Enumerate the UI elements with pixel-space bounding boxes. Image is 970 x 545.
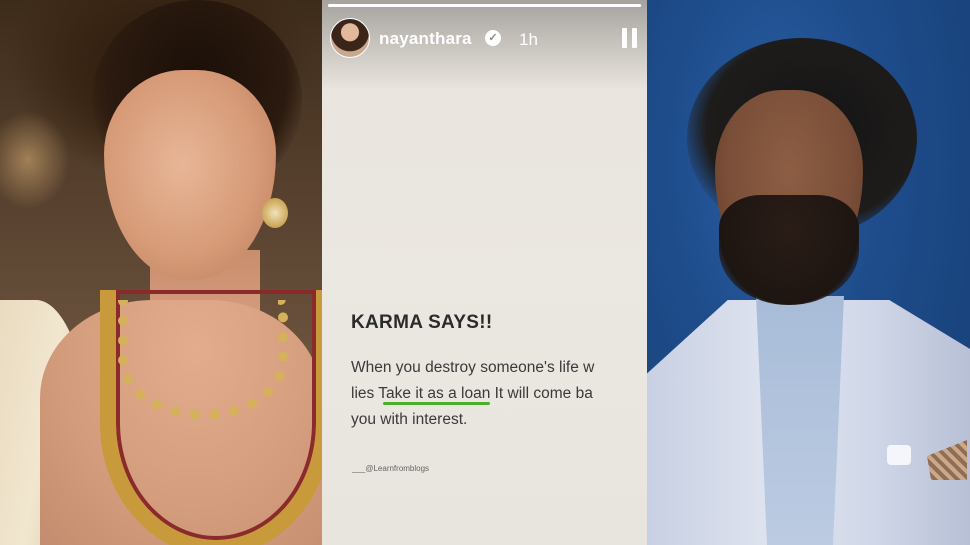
story-time: 1h — [519, 30, 538, 49]
left-portrait-photo — [0, 0, 322, 545]
lapel-pin — [887, 445, 911, 465]
pearl-necklace — [118, 300, 288, 420]
instagram-story: nayanthara ✓ 1h KARMA SAYS!! When you de… — [322, 0, 647, 545]
green-underline — [383, 402, 491, 405]
quote-line-2-pre: lies — [351, 385, 379, 402]
story-progress-fill — [328, 4, 641, 7]
quote-body: When you destroy someone's life w lies T… — [351, 355, 647, 433]
portrait-face — [104, 70, 276, 280]
quote-title: KARMA SAYS!! — [351, 312, 493, 333]
quote-line-3: you with interest. — [351, 411, 468, 428]
story-progress-bar — [328, 4, 641, 7]
portrait-beard — [719, 195, 859, 305]
quote-credit: ___@Learnfromblogs — [352, 464, 430, 473]
earring — [262, 198, 288, 228]
quote-line-2-post: It will come ba — [490, 385, 593, 402]
story-header-gradient — [322, 0, 647, 90]
avatar[interactable] — [330, 18, 370, 58]
verified-badge-icon: ✓ — [485, 30, 501, 46]
quote-highlight-text: Take it as a loan — [378, 385, 491, 402]
quote-highlight: Take it as a loan — [378, 385, 491, 405]
quote-line-2: lies Take it as a loan It will come ba — [351, 381, 647, 407]
quote-line-1: When you destroy someone's life w — [351, 359, 595, 376]
right-portrait-photo — [647, 0, 970, 545]
story-username[interactable]: nayanthara — [379, 29, 472, 49]
pause-icon[interactable] — [622, 28, 638, 48]
